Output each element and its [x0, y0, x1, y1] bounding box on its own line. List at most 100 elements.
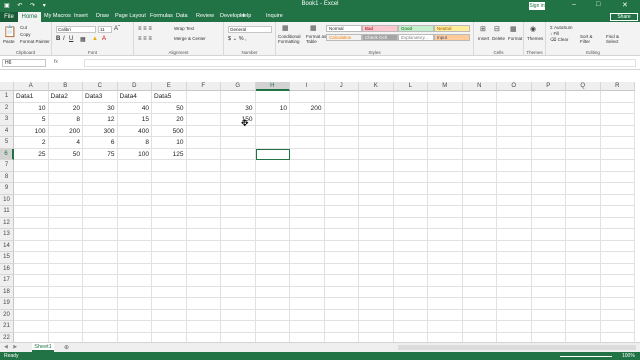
cell-m17[interactable] — [428, 275, 463, 287]
cell-r13[interactable] — [600, 229, 635, 241]
cell-j20[interactable] — [324, 309, 359, 321]
cell-q3[interactable] — [566, 114, 601, 126]
cell-r22[interactable] — [601, 332, 635, 342]
cell-j21[interactable] — [324, 321, 359, 333]
cell-h21[interactable] — [255, 321, 290, 333]
cell-q10[interactable] — [566, 194, 601, 206]
clear-button[interactable]: ⌫ Clear — [550, 37, 568, 43]
insert-cells-button[interactable]: Insert — [478, 36, 489, 41]
cell-o20[interactable] — [497, 309, 532, 321]
cell-d4[interactable]: 400 — [117, 125, 152, 137]
cell-d17[interactable] — [117, 275, 152, 287]
cell-b12[interactable] — [48, 217, 83, 229]
style-neutral[interactable]: Neutral — [434, 25, 470, 32]
sheet-tab-sheet1[interactable]: Sheet1 — [32, 343, 54, 352]
cell-k11[interactable] — [359, 206, 394, 218]
column-header-e[interactable]: E — [152, 82, 187, 91]
cell-h20[interactable] — [255, 309, 290, 321]
row-header-9[interactable]: 9 — [0, 183, 14, 195]
cell-p12[interactable] — [531, 217, 566, 229]
share-button[interactable]: Share — [610, 13, 638, 21]
cell-g20[interactable] — [221, 309, 256, 321]
cell-c11[interactable] — [83, 206, 118, 218]
format-table-icon[interactable]: ▦ — [310, 24, 317, 32]
cell-g17[interactable] — [221, 275, 256, 287]
cell-a2[interactable]: 10 — [14, 102, 49, 114]
cell-f19[interactable] — [186, 298, 221, 310]
cell-m7[interactable] — [428, 160, 463, 172]
cell-q15[interactable] — [566, 252, 601, 264]
cell-b17[interactable] — [48, 275, 83, 287]
cell-q2[interactable] — [566, 102, 601, 114]
cell-c18[interactable] — [83, 286, 118, 298]
horizontal-scrollbar[interactable] — [398, 345, 636, 350]
cell-k6[interactable] — [359, 148, 394, 160]
cell-o10[interactable] — [497, 194, 532, 206]
cell-g13[interactable] — [221, 229, 256, 241]
cell-b4[interactable]: 200 — [48, 125, 83, 137]
format-table-button[interactable]: Format as Table — [306, 34, 328, 44]
cell-c2[interactable]: 30 — [83, 102, 118, 114]
cell-j7[interactable] — [324, 160, 359, 172]
cell-k12[interactable] — [359, 217, 394, 229]
cell-f14[interactable] — [186, 240, 221, 252]
cell-g1[interactable] — [221, 91, 256, 103]
cell-a12[interactable] — [14, 217, 49, 229]
cell-e20[interactable] — [152, 309, 187, 321]
cell-h2[interactable]: 10 — [255, 102, 290, 114]
cell-e15[interactable] — [152, 252, 187, 264]
cell-p3[interactable] — [531, 114, 566, 126]
cell-j8[interactable] — [324, 171, 359, 183]
cell-l9[interactable] — [393, 183, 428, 195]
cell-k4[interactable] — [359, 125, 394, 137]
cell-e10[interactable] — [152, 194, 187, 206]
cell-f8[interactable] — [186, 171, 221, 183]
cell-n22[interactable] — [463, 332, 497, 342]
cell-k16[interactable] — [359, 263, 394, 275]
cell-f2[interactable] — [186, 102, 221, 114]
cell-f15[interactable] — [186, 252, 221, 264]
cell-j14[interactable] — [324, 240, 359, 252]
cell-l20[interactable] — [393, 309, 428, 321]
tab-formulas[interactable]: Formulas — [150, 13, 173, 19]
bold-icon[interactable]: B — [56, 36, 60, 42]
cell-p8[interactable] — [531, 171, 566, 183]
cell-n11[interactable] — [462, 206, 497, 218]
cell-a20[interactable] — [14, 309, 49, 321]
cell-e11[interactable] — [152, 206, 187, 218]
cell-a22[interactable] — [14, 332, 49, 342]
cell-c20[interactable] — [83, 309, 118, 321]
cell-f22[interactable] — [187, 332, 221, 342]
row-header-14[interactable]: 14 — [0, 240, 14, 252]
cell-f9[interactable] — [186, 183, 221, 195]
sheet-nav-arrows-icon[interactable]: ◀ ▶ — [4, 344, 19, 350]
column-header-n[interactable]: N — [462, 82, 497, 91]
themes-button[interactable]: Themes — [527, 36, 543, 41]
cell-j17[interactable] — [324, 275, 359, 287]
cell-h15[interactable] — [255, 252, 290, 264]
cell-b20[interactable] — [48, 309, 83, 321]
cell-b8[interactable] — [48, 171, 83, 183]
cell-m1[interactable] — [428, 91, 463, 103]
cell-m21[interactable] — [428, 321, 463, 333]
cell-p20[interactable] — [531, 309, 566, 321]
cell-f7[interactable] — [186, 160, 221, 172]
cell-n17[interactable] — [462, 275, 497, 287]
cell-q13[interactable] — [566, 229, 601, 241]
cell-q6[interactable] — [566, 148, 601, 160]
cell-n18[interactable] — [462, 286, 497, 298]
style-explanatory[interactable]: Explanatory... — [398, 34, 434, 41]
cell-d1[interactable]: Data4 — [117, 91, 152, 103]
cell-k15[interactable] — [359, 252, 394, 264]
cell-e14[interactable] — [152, 240, 187, 252]
cell-p7[interactable] — [531, 160, 566, 172]
cell-j18[interactable] — [324, 286, 359, 298]
conditional-formatting-button[interactable]: Conditional Formatting — [278, 34, 304, 44]
cell-d8[interactable] — [117, 171, 152, 183]
cell-e2[interactable]: 50 — [152, 102, 187, 114]
cell-b5[interactable]: 4 — [48, 137, 83, 149]
cell-q18[interactable] — [566, 286, 601, 298]
cell-a13[interactable] — [14, 229, 49, 241]
cell-a15[interactable] — [14, 252, 49, 264]
cell-l12[interactable] — [393, 217, 428, 229]
